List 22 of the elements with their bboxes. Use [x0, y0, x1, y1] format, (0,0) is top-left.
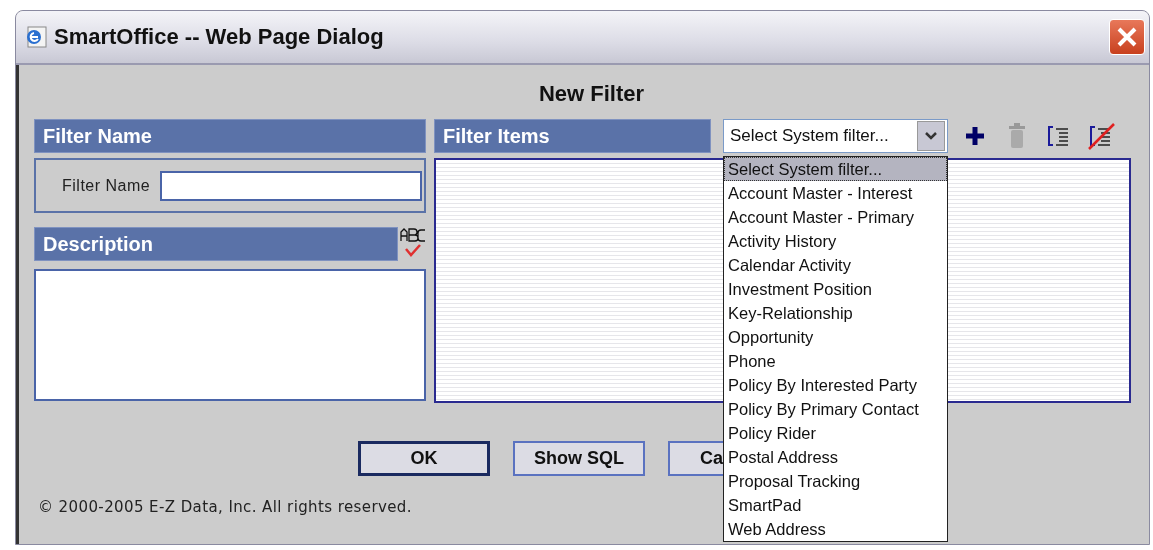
- close-button[interactable]: [1109, 19, 1145, 55]
- close-icon: [1116, 26, 1138, 48]
- plus-icon: [964, 125, 986, 147]
- clear-list-button[interactable]: [1086, 121, 1116, 151]
- field-label: Filter Name: [62, 176, 151, 195]
- section-header: Description: [34, 227, 399, 261]
- browser-icon: [24, 25, 48, 49]
- copyright-text: © 2000-2005 E-Z Data, Inc. All rights reserved.: [37, 498, 412, 516]
- window-title: SmartOffice -- Web Page Dialog: [54, 24, 385, 50]
- dialog-button[interactable]: OK: [358, 441, 490, 476]
- chevron-down-icon: [924, 131, 938, 141]
- dropdown-option[interactable]: Select System filter...: [724, 157, 947, 181]
- dialog-button[interactable]: Show SQL: [513, 441, 645, 476]
- crossed-list-icon: [1087, 122, 1115, 150]
- filter-name-field[interactable]: [160, 170, 422, 201]
- trash-icon: [1007, 123, 1027, 149]
- system-filter-select[interactable]: Select System filter...: [723, 119, 948, 153]
- section-header: Filter Name: [34, 119, 426, 153]
- section-header: Filter Items: [434, 119, 711, 153]
- dialog-heading: New Filter: [537, 80, 646, 108]
- description-field[interactable]: [34, 269, 426, 401]
- dialog-button[interactable]: Ca: [668, 441, 726, 476]
